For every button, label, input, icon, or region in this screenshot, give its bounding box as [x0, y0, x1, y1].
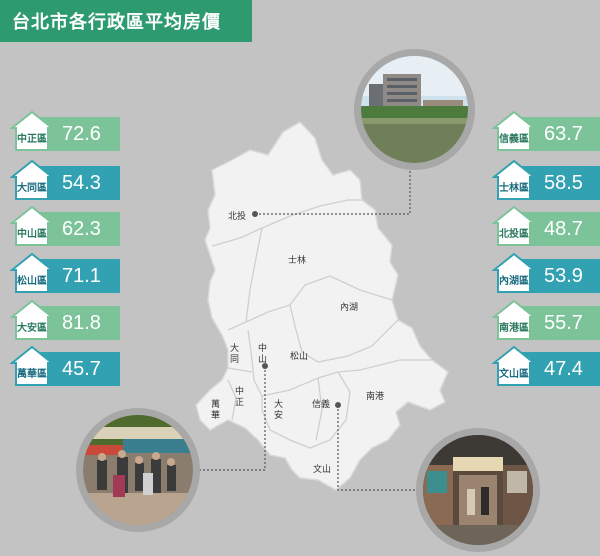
district-name: 大安區: [17, 323, 47, 334]
district-value: 45.7: [62, 358, 101, 380]
district-name: 中山區: [17, 229, 47, 240]
district-value: 62.3: [62, 218, 101, 240]
district-name: 南港區: [499, 323, 529, 334]
xinyi-photo: [416, 428, 540, 552]
beitou-marker: [252, 211, 258, 217]
map-outline: [195, 121, 449, 491]
map-label-xinyi: 信義: [312, 400, 331, 410]
district-name: 士林區: [499, 183, 529, 194]
map-label-zhongzheng: 中正: [235, 387, 245, 408]
district-name: 大同區: [17, 183, 47, 194]
district-name: 北投區: [499, 229, 529, 240]
map-label-datong: 大同: [230, 344, 240, 365]
district-value: 71.1: [62, 265, 101, 287]
district-name: 內湖區: [499, 276, 529, 287]
district-value: 58.5: [544, 172, 583, 194]
map-label-shilin: 士林: [288, 256, 307, 266]
district-value: 48.7: [544, 218, 583, 240]
map-label-wenshan: 文山: [313, 465, 332, 475]
district-value: 72.6: [62, 123, 101, 145]
beitou-photo: [354, 49, 475, 170]
zhongshan-photo: [76, 408, 200, 532]
district-value: 53.9: [544, 265, 583, 287]
map-label-beitou: 北投: [228, 212, 247, 222]
district-value: 81.8: [62, 312, 101, 334]
district-value: 55.7: [544, 312, 583, 334]
map-label-daan: 大安: [274, 400, 284, 421]
map-label-nangang: 南港: [366, 392, 385, 402]
map-label-zhongshan: 中山: [258, 344, 268, 365]
district-name: 中正區: [17, 134, 47, 145]
district-value: 47.4: [544, 358, 583, 380]
district-name: 信義區: [499, 134, 529, 145]
map-label-wanhua: 萬華: [211, 400, 221, 421]
district-value: 54.3: [62, 172, 101, 194]
district-name: 松山區: [17, 276, 47, 287]
map-label-neihu: 內湖: [340, 303, 359, 313]
district-name: 萬華區: [17, 369, 47, 380]
district-name: 文山區: [499, 369, 529, 380]
district-value: 63.7: [544, 123, 583, 145]
map-label-songshan: 松山: [290, 352, 309, 362]
xinyi-marker: [335, 402, 341, 408]
